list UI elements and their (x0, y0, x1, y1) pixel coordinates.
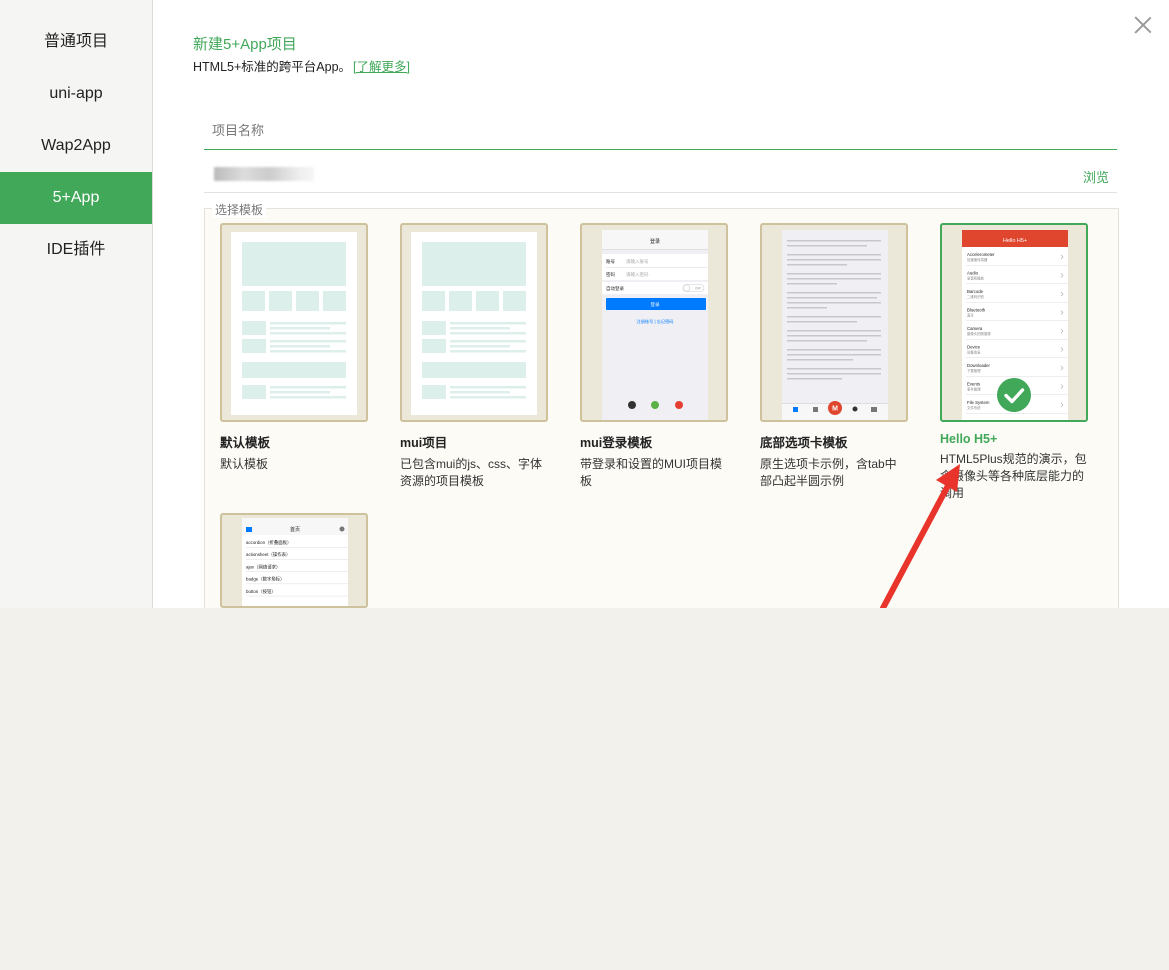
new-project-dialog: 普通项目 uni-app Wap2App 5+App IDE插件 新建5+App… (0, 0, 1169, 608)
annotation-arrow-icon (880, 464, 960, 608)
